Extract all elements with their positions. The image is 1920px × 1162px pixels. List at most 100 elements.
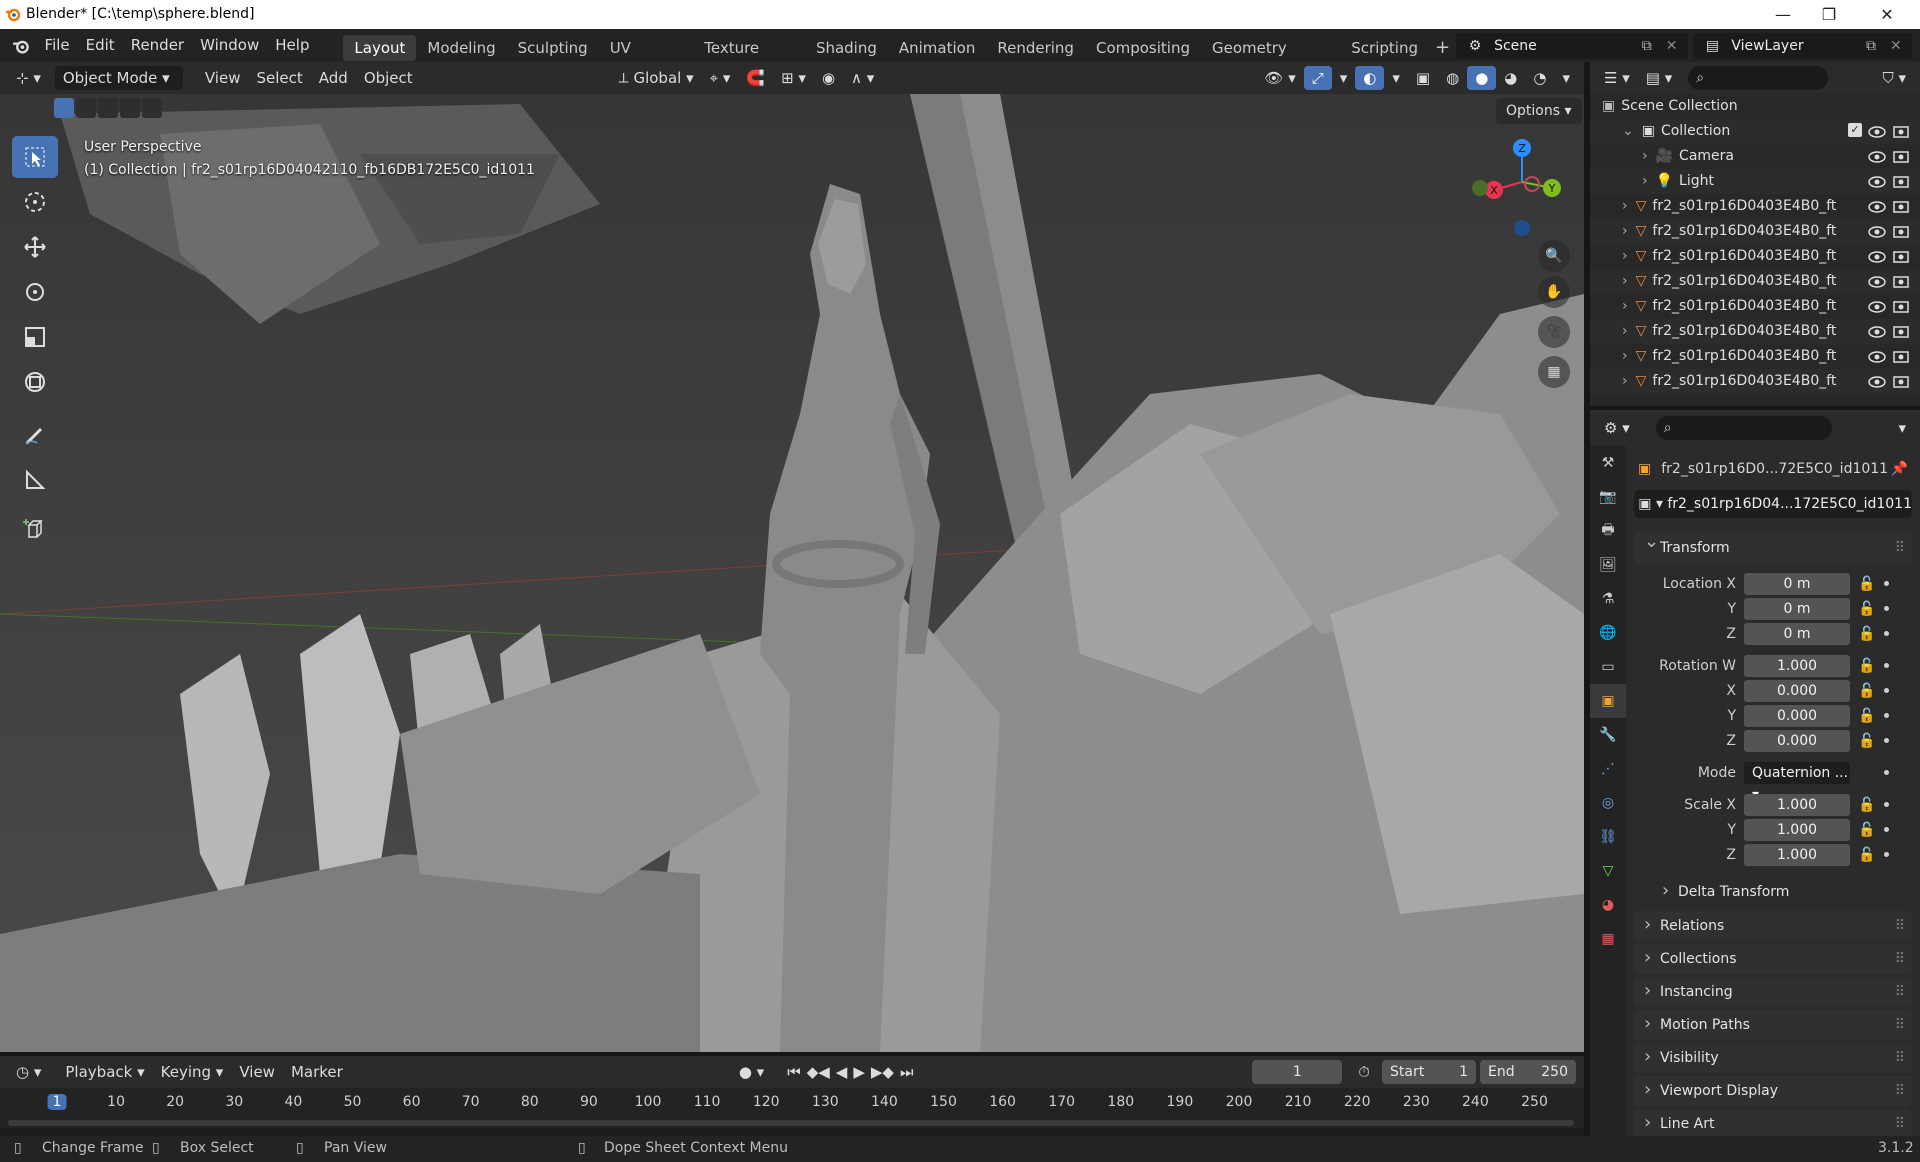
select-extend-button[interactable]: [76, 98, 96, 118]
visibility-eye-icon[interactable]: [1868, 298, 1886, 316]
tab-data[interactable]: ▽: [1590, 854, 1626, 888]
new-scene-icon[interactable]: ⧉: [1642, 38, 1666, 54]
play-button[interactable]: ▶: [850, 1060, 868, 1084]
outliner-item[interactable]: › ▽ fr2_s01rp16D0403E4B0_ft: [1590, 194, 1920, 219]
expand-arrow-icon[interactable]: ›: [1622, 348, 1628, 364]
tab-view-layer[interactable]: 🖼: [1590, 548, 1626, 582]
panel-header-visibility[interactable]: Visibility ⠿: [1634, 1042, 1912, 1073]
tab-shading[interactable]: Shading: [805, 35, 888, 61]
next-keyframe-button[interactable]: ▶◆: [868, 1060, 897, 1084]
scale-x-field[interactable]: 1.000: [1744, 793, 1850, 816]
outliner-item[interactable]: › ▽ fr2_s01rp16D0403E4B0_ft: [1590, 319, 1920, 344]
tab-texture-paint[interactable]: Texture Paint: [693, 35, 805, 83]
expand-arrow-icon[interactable]: ›: [1622, 198, 1628, 214]
viewlayer-selector[interactable]: ▤ ViewLayer ⧉ ✕: [1693, 32, 1913, 59]
drag-handle-icon[interactable]: ⠿: [1895, 1010, 1905, 1040]
expand-arrow-icon[interactable]: ›: [1622, 273, 1628, 289]
tab-compositing[interactable]: Compositing: [1085, 35, 1201, 61]
menu-render[interactable]: Render: [123, 29, 192, 62]
drag-handle-icon[interactable]: ⠿: [1895, 911, 1905, 941]
tab-world[interactable]: 🌐: [1590, 616, 1626, 650]
jump-start-button[interactable]: ⏮: [784, 1060, 804, 1084]
outliner-editor-type-icon[interactable]: ☰ ▾: [1596, 66, 1638, 90]
menu-help[interactable]: Help: [267, 29, 317, 62]
outliner-item[interactable]: › 🎥 Camera: [1590, 144, 1920, 169]
new-viewlayer-icon[interactable]: ⧉: [1866, 38, 1890, 54]
lock-icon[interactable]: 🔓: [1858, 708, 1875, 724]
navigation-gizmo[interactable]: Z X Y 🔍: [1428, 136, 1578, 276]
drag-handle-icon[interactable]: ⠿: [1895, 1076, 1905, 1106]
keyframe-dot[interactable]: [1884, 738, 1889, 743]
transform-panel-header[interactable]: Transform ⠿: [1634, 527, 1912, 563]
outliner-collection[interactable]: ⌄ ▣ Collection ✓: [1590, 119, 1920, 144]
marker-menu[interactable]: Marker: [283, 1060, 351, 1084]
outliner-item[interactable]: › ▽ fr2_s01rp16D0403E4B0_ft: [1590, 369, 1920, 394]
lock-icon[interactable]: 🔓: [1858, 601, 1875, 617]
select-intersect-button[interactable]: [142, 98, 162, 118]
render-camera-icon[interactable]: [1892, 173, 1910, 191]
auto-keying-toggle[interactable]: ● ▾: [731, 1060, 772, 1084]
pan-view-button[interactable]: ✋: [1538, 276, 1570, 308]
drag-handle-icon[interactable]: ⠿: [1895, 1109, 1905, 1136]
tab-sculpting[interactable]: Sculpting: [507, 35, 599, 61]
gizmo-toggle[interactable]: ⤢: [1303, 66, 1332, 90]
menu-object[interactable]: Object: [356, 66, 421, 90]
outliner-item[interactable]: › ▽ fr2_s01rp16D0403E4B0_ft: [1590, 244, 1920, 269]
preview-range-toggle[interactable]: ⏱: [1350, 1060, 1378, 1084]
scale-tool[interactable]: [12, 316, 58, 358]
object-name[interactable]: fr2_s01rp16D0...72E5C0_id1011: [1661, 461, 1890, 477]
shading-material-button[interactable]: ◕: [1496, 66, 1525, 90]
keyframe-dot[interactable]: [1884, 770, 1889, 775]
shading-wireframe-button[interactable]: ◍: [1438, 66, 1467, 90]
tab-tool[interactable]: ⚒: [1590, 446, 1626, 480]
lock-icon[interactable]: 🔓: [1858, 576, 1875, 592]
pivot-dropdown[interactable]: ⌖ ▾: [702, 66, 739, 90]
tab-output[interactable]: 🖶: [1590, 514, 1626, 548]
shading-rendered-button[interactable]: ◔: [1525, 66, 1554, 90]
xray-toggle[interactable]: ▣: [1408, 66, 1438, 90]
zoom-view-button[interactable]: 🔍: [1538, 240, 1570, 272]
keyframe-dot[interactable]: [1884, 663, 1889, 668]
outliner-scene-collection[interactable]: ▣ Scene Collection: [1590, 94, 1920, 119]
tab-modifiers[interactable]: 🔧: [1590, 718, 1626, 752]
expand-arrow-icon[interactable]: ›: [1642, 148, 1648, 164]
area-divider[interactable]: [1584, 62, 1590, 1136]
select-invert-button[interactable]: [120, 98, 140, 118]
keyframe-dot[interactable]: [1884, 802, 1889, 807]
shading-solid-button[interactable]: ●: [1467, 66, 1497, 90]
render-camera-icon[interactable]: [1892, 348, 1910, 366]
tab-constraints[interactable]: ⛓: [1590, 820, 1626, 854]
expand-arrow-icon[interactable]: ›: [1622, 223, 1628, 239]
keying-menu[interactable]: Keying ▾: [153, 1060, 232, 1084]
visibility-eye-icon[interactable]: [1868, 248, 1886, 266]
render-camera-icon[interactable]: [1892, 148, 1910, 166]
select-subtract-button[interactable]: [98, 98, 118, 118]
measure-tool[interactable]: [12, 459, 58, 501]
display-mode-dropdown[interactable]: ▤ ▾: [1638, 66, 1680, 90]
add-cube-tool[interactable]: [12, 508, 58, 550]
ortho-toggle-button[interactable]: ▦: [1538, 356, 1570, 388]
properties-editor-type-icon[interactable]: ⚙ ▾: [1596, 416, 1638, 440]
location-x-field[interactable]: 0 m: [1744, 572, 1850, 595]
play-reverse-button[interactable]: ◀: [833, 1060, 851, 1084]
tab-particles[interactable]: ⋰: [1590, 752, 1626, 786]
drag-handle-icon[interactable]: ⠿: [1895, 533, 1905, 563]
delete-viewlayer-icon[interactable]: ✕: [1890, 38, 1912, 54]
minimize-button[interactable]: —: [1760, 0, 1806, 29]
lock-icon[interactable]: 🔓: [1858, 797, 1875, 813]
expand-arrow-icon[interactable]: ›: [1622, 323, 1628, 339]
rotation-y-field[interactable]: 0.000: [1744, 704, 1850, 727]
snap-toggle[interactable]: 🧲: [738, 66, 773, 90]
outliner-item[interactable]: › ▽ fr2_s01rp16D0403E4B0_ft: [1590, 269, 1920, 294]
overlays-dropdown[interactable]: ▾: [1384, 66, 1408, 90]
properties-search-input[interactable]: ⌕: [1655, 416, 1832, 440]
keyframe-dot[interactable]: [1884, 581, 1889, 586]
tab-object[interactable]: ▣: [1590, 684, 1626, 718]
lock-icon[interactable]: 🔓: [1858, 658, 1875, 674]
rotation-x-field[interactable]: 0.000: [1744, 679, 1850, 702]
scale-y-field[interactable]: 1.000: [1744, 818, 1850, 841]
tab-geometry-nodes[interactable]: Geometry Nodes: [1201, 35, 1340, 83]
end-frame-field[interactable]: End 250: [1480, 1060, 1576, 1084]
render-camera-icon[interactable]: [1892, 273, 1910, 291]
outliner-search-input[interactable]: ⌕: [1688, 66, 1829, 90]
